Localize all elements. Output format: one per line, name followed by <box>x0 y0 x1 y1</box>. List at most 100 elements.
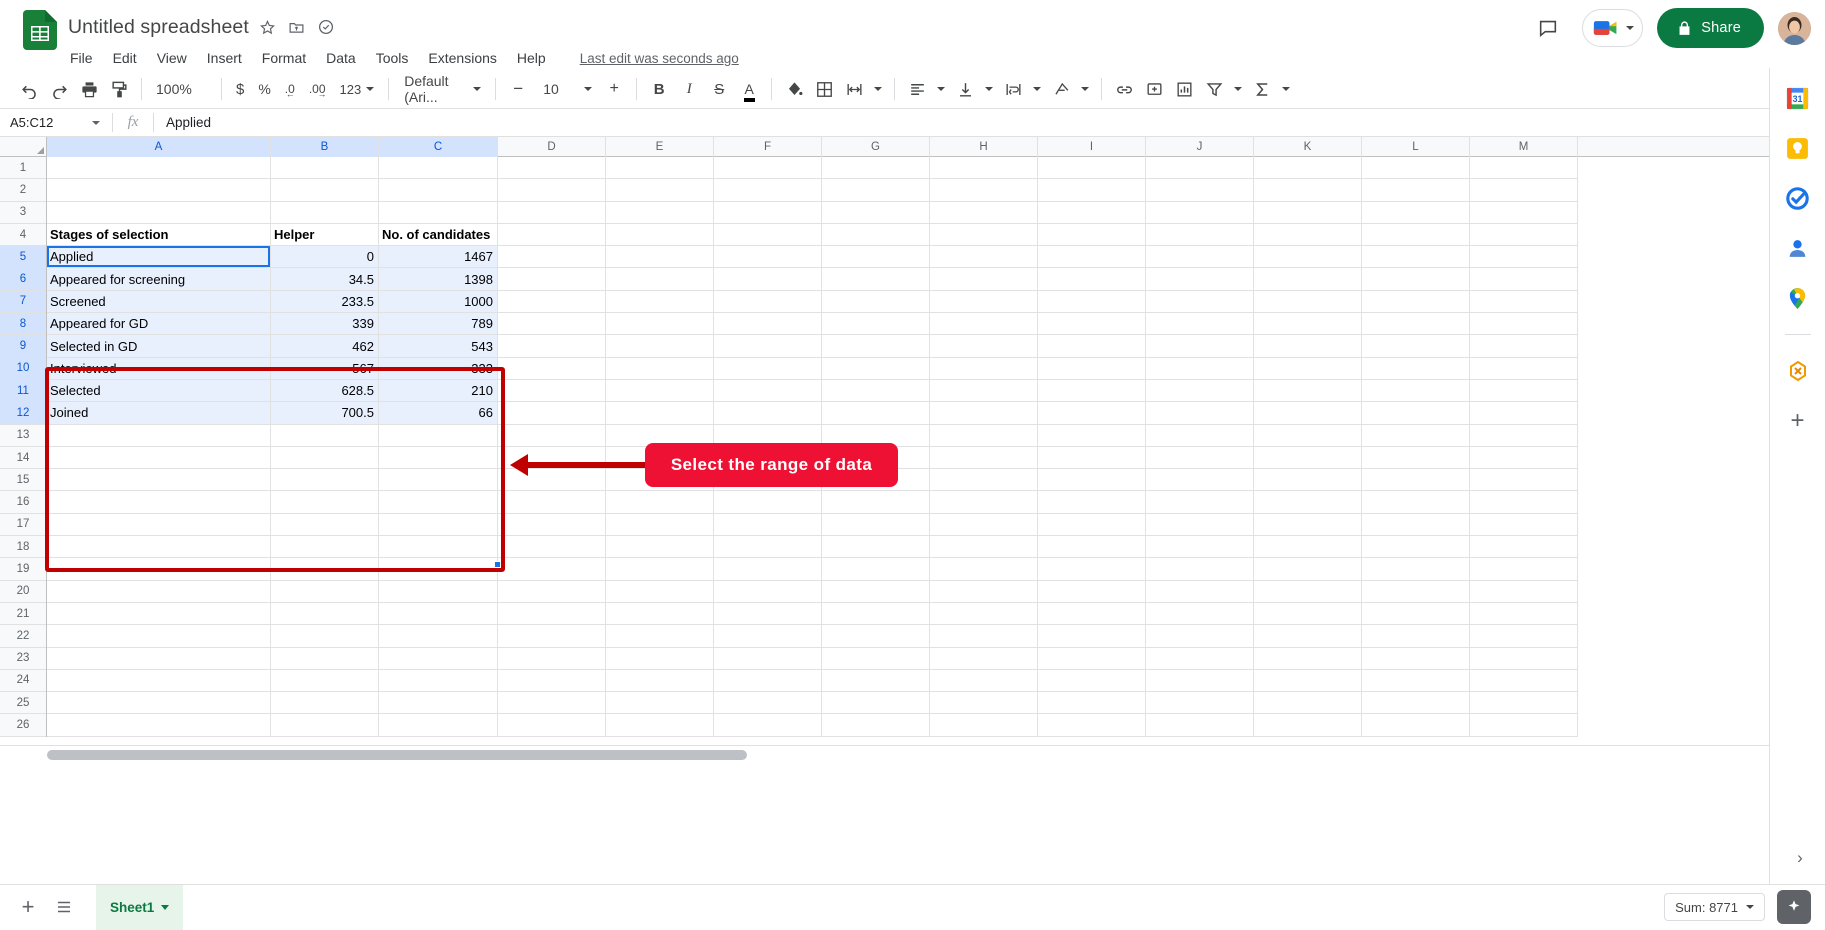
row-header-26[interactable]: 26 <box>0 714 46 736</box>
cell-M3[interactable] <box>1470 202 1578 224</box>
cell-C6[interactable]: 1398 <box>379 268 498 290</box>
cell-D9[interactable] <box>498 335 606 357</box>
cell-E6[interactable] <box>606 268 714 290</box>
cell-C14[interactable] <box>379 447 498 469</box>
cell-F21[interactable] <box>714 603 822 625</box>
cell-L11[interactable] <box>1362 380 1470 402</box>
cell-F26[interactable] <box>714 714 822 736</box>
cell-M1[interactable] <box>1470 157 1578 179</box>
cell-C5[interactable]: 1467 <box>379 246 498 268</box>
cell-F19[interactable] <box>714 558 822 580</box>
cell-B9[interactable]: 462 <box>271 335 379 357</box>
font-family-selector[interactable]: Default (Ari... <box>396 74 488 104</box>
cell-B22[interactable] <box>271 625 379 647</box>
cell-I3[interactable] <box>1038 202 1146 224</box>
cell-M20[interactable] <box>1470 581 1578 603</box>
cell-I26[interactable] <box>1038 714 1146 736</box>
cell-I19[interactable] <box>1038 558 1146 580</box>
cell-H11[interactable] <box>930 380 1038 402</box>
star-icon[interactable] <box>258 17 278 37</box>
cell-G16[interactable] <box>822 491 930 513</box>
cell-L14[interactable] <box>1362 447 1470 469</box>
cell-I12[interactable] <box>1038 402 1146 424</box>
cell-M5[interactable] <box>1470 246 1578 268</box>
cell-A22[interactable] <box>47 625 271 647</box>
vertical-align-icon[interactable] <box>950 74 980 104</box>
cell-M23[interactable] <box>1470 648 1578 670</box>
cell-L21[interactable] <box>1362 603 1470 625</box>
cell-L23[interactable] <box>1362 648 1470 670</box>
row-header-9[interactable]: 9 <box>0 335 46 357</box>
cell-G8[interactable] <box>822 313 930 335</box>
cell-I22[interactable] <box>1038 625 1146 647</box>
cell-C17[interactable] <box>379 514 498 536</box>
row-header-1[interactable]: 1 <box>0 157 46 179</box>
cell-L7[interactable] <box>1362 291 1470 313</box>
cell-G19[interactable] <box>822 558 930 580</box>
cell-L15[interactable] <box>1362 469 1470 491</box>
cell-C20[interactable] <box>379 581 498 603</box>
cell-F16[interactable] <box>714 491 822 513</box>
cell-J22[interactable] <box>1146 625 1254 647</box>
column-header-l[interactable]: L <box>1362 137 1470 157</box>
cell-L24[interactable] <box>1362 670 1470 692</box>
cell-C24[interactable] <box>379 670 498 692</box>
cell-I10[interactable] <box>1038 358 1146 380</box>
cell-I11[interactable] <box>1038 380 1146 402</box>
decrease-decimal-button[interactable]: .0 ← <box>278 74 302 104</box>
cell-F23[interactable] <box>714 648 822 670</box>
cell-K22[interactable] <box>1254 625 1362 647</box>
cell-C10[interactable]: 333 <box>379 358 498 380</box>
cell-A19[interactable] <box>47 558 271 580</box>
cell-E7[interactable] <box>606 291 714 313</box>
cell-G7[interactable] <box>822 291 930 313</box>
cell-G25[interactable] <box>822 692 930 714</box>
cell-J3[interactable] <box>1146 202 1254 224</box>
cell-F6[interactable] <box>714 268 822 290</box>
row-header-12[interactable]: 12 <box>0 402 46 424</box>
cell-I14[interactable] <box>1038 447 1146 469</box>
text-wrapping-icon[interactable] <box>998 74 1028 104</box>
cell-I20[interactable] <box>1038 581 1146 603</box>
cell-G12[interactable] <box>822 402 930 424</box>
column-header-g[interactable]: G <box>822 137 930 157</box>
cell-C1[interactable] <box>379 157 498 179</box>
cell-A26[interactable] <box>47 714 271 736</box>
cell-G26[interactable] <box>822 714 930 736</box>
cell-G6[interactable] <box>822 268 930 290</box>
all-sheets-icon[interactable] <box>46 889 82 925</box>
cell-B3[interactable] <box>271 202 379 224</box>
cell-F12[interactable] <box>714 402 822 424</box>
expand-side-panel-icon[interactable]: › <box>1785 843 1815 873</box>
cell-M10[interactable] <box>1470 358 1578 380</box>
cell-H25[interactable] <box>930 692 1038 714</box>
cell-L17[interactable] <box>1362 514 1470 536</box>
cell-F25[interactable] <box>714 692 822 714</box>
cell-M7[interactable] <box>1470 291 1578 313</box>
cell-J12[interactable] <box>1146 402 1254 424</box>
cell-K18[interactable] <box>1254 536 1362 558</box>
cell-C3[interactable] <box>379 202 498 224</box>
cell-E1[interactable] <box>606 157 714 179</box>
cell-C16[interactable] <box>379 491 498 513</box>
redo-button[interactable] <box>44 74 74 104</box>
cell-A25[interactable] <box>47 692 271 714</box>
row-header-25[interactable]: 25 <box>0 692 46 714</box>
cell-E21[interactable] <box>606 603 714 625</box>
cell-J17[interactable] <box>1146 514 1254 536</box>
cell-E3[interactable] <box>606 202 714 224</box>
cell-J8[interactable] <box>1146 313 1254 335</box>
cell-K10[interactable] <box>1254 358 1362 380</box>
cell-I9[interactable] <box>1038 335 1146 357</box>
cell-F7[interactable] <box>714 291 822 313</box>
percent-format-button[interactable]: % <box>251 74 277 104</box>
cell-I17[interactable] <box>1038 514 1146 536</box>
cell-K12[interactable] <box>1254 402 1362 424</box>
meet-call-button[interactable] <box>1582 9 1643 47</box>
cell-K19[interactable] <box>1254 558 1362 580</box>
cell-H7[interactable] <box>930 291 1038 313</box>
row-header-13[interactable]: 13 <box>0 425 46 447</box>
cell-M15[interactable] <box>1470 469 1578 491</box>
cell-E2[interactable] <box>606 179 714 201</box>
cell-D4[interactable] <box>498 224 606 246</box>
